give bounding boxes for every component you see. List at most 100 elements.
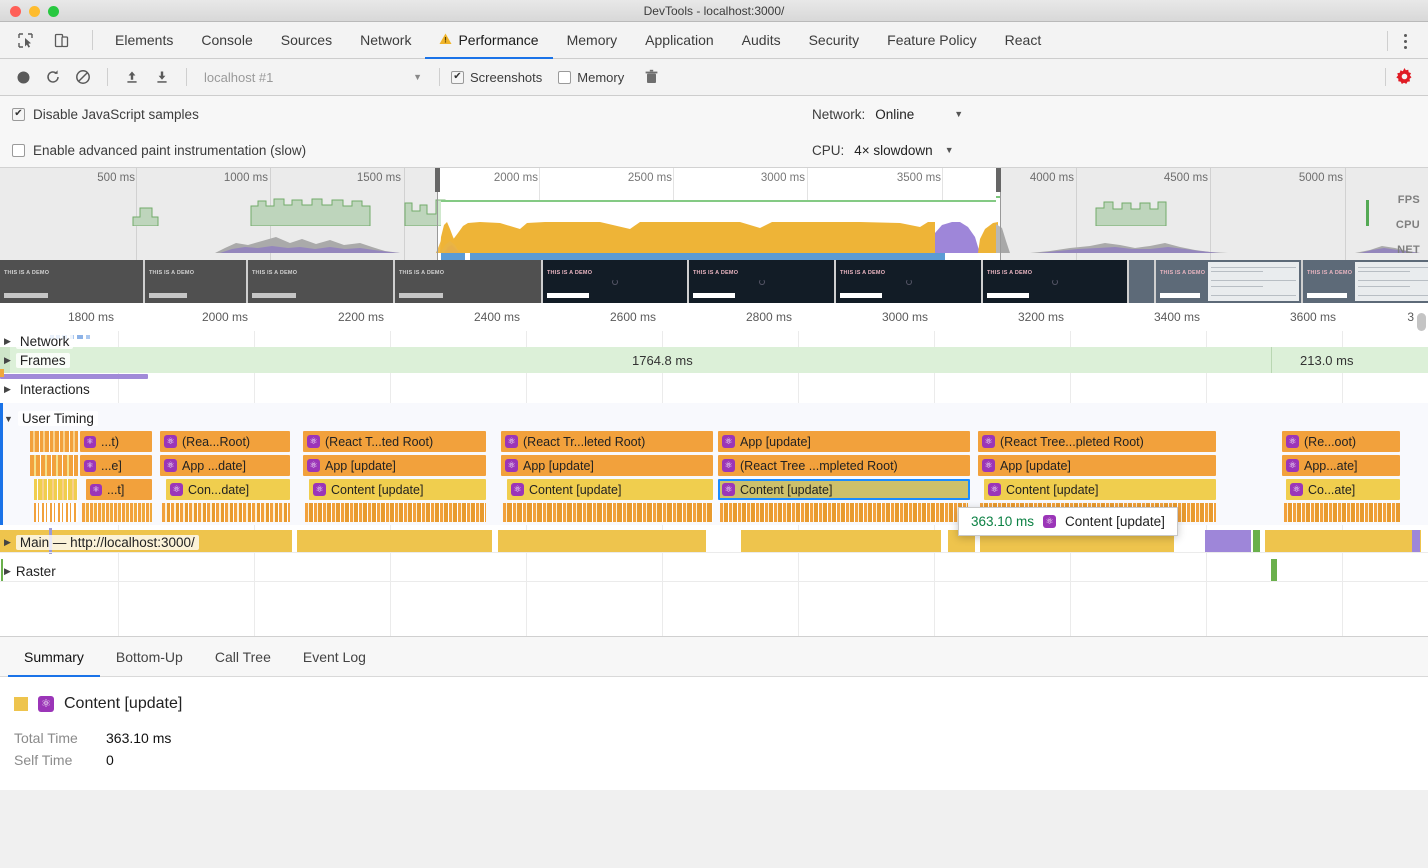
filmstrip-thumbnail[interactable]: THIS IS A DEMO <box>145 260 246 303</box>
save-profile-icon[interactable] <box>149 64 175 90</box>
minimize-window-button[interactable] <box>29 6 40 17</box>
inspect-element-icon[interactable] <box>12 27 38 53</box>
tab-bottom-up[interactable]: Bottom-Up <box>100 637 199 677</box>
tab-react[interactable]: React <box>991 22 1056 59</box>
user-timing-bar[interactable]: ⚛App [update] <box>718 431 970 452</box>
user-timing-micro-bars[interactable] <box>162 503 290 522</box>
track-header-frames[interactable]: ▶ Frames <box>4 353 70 368</box>
disable-js-samples-checkbox[interactable]: ✔ Disable JavaScript samples <box>12 96 306 132</box>
main-track-bar[interactable] <box>297 530 492 552</box>
user-timing-micro-bars[interactable] <box>305 503 486 522</box>
user-timing-bar[interactable]: ⚛App...ate] <box>1282 455 1400 476</box>
user-timing-micro-bars[interactable] <box>720 503 968 522</box>
tab-application[interactable]: Application <box>631 22 728 59</box>
filmstrip-thumbnail[interactable] <box>1129 260 1154 303</box>
main-track-bar[interactable] <box>741 530 941 552</box>
profile-selector[interactable]: localhost #1 ▼ <box>198 66 428 88</box>
tab-security[interactable]: Security <box>795 22 874 59</box>
tab-audits[interactable]: Audits <box>728 22 795 59</box>
main-track-bar-purple[interactable] <box>1412 530 1420 552</box>
main-track-bar[interactable] <box>1265 530 1421 552</box>
collect-garbage-icon[interactable] <box>638 64 664 90</box>
tab-feature-policy[interactable]: Feature Policy <box>873 22 990 59</box>
user-timing-micro-bars[interactable] <box>30 455 78 476</box>
filmstrip-thumbnail[interactable]: THIS IS A DEMO <box>1303 260 1428 303</box>
user-timing-bar[interactable]: ⚛...t) <box>80 431 152 452</box>
user-timing-bar[interactable]: ⚛(React Tree ...mpleted Root) <box>718 455 970 476</box>
filmstrip-thumbnail[interactable]: THIS IS A DEMO <box>248 260 393 303</box>
user-timing-bar[interactable]: ⚛(Rea...Root) <box>160 431 290 452</box>
tab-console[interactable]: Console <box>187 22 266 59</box>
memory-checkbox[interactable]: Memory <box>558 70 624 85</box>
user-timing-bar[interactable]: ⚛(React Tr...leted Root) <box>501 431 713 452</box>
tab-network[interactable]: Network <box>346 22 425 59</box>
track-header-user-timing[interactable]: ▼ User Timing <box>4 411 98 426</box>
user-timing-bar[interactable]: ⚛App [update] <box>978 455 1216 476</box>
user-timing-bar[interactable]: ⚛(React T...ted Root) <box>303 431 486 452</box>
user-timing-micro-bars[interactable] <box>34 503 78 522</box>
track-header-main[interactable]: ▶ Main — http://localhost:3000/ <box>4 535 199 550</box>
overview-selection-handle-left[interactable] <box>435 168 440 192</box>
user-timing-micro-bars[interactable] <box>82 503 152 522</box>
track-header-interactions[interactable]: ▶ Interactions <box>4 382 94 397</box>
record-button[interactable] <box>10 64 36 90</box>
timeline-flamechart[interactable]: 1800 ms 2000 ms 2200 ms 2400 ms 2600 ms … <box>0 303 1428 636</box>
filmstrip[interactable]: THIS IS A DEMO THIS IS A DEMO THIS IS A … <box>0 260 1428 303</box>
clear-button[interactable] <box>70 64 96 90</box>
user-timing-bar[interactable]: ⚛...t] <box>86 479 152 500</box>
tab-event-log[interactable]: Event Log <box>287 637 382 677</box>
tab-elements[interactable]: Elements <box>101 22 187 59</box>
user-timing-bar[interactable]: ⚛Content [update] <box>309 479 486 500</box>
track-header-network[interactable]: ▶ Network <box>4 334 73 349</box>
close-window-button[interactable] <box>10 6 21 17</box>
user-timing-bar[interactable]: ⚛App ...date] <box>160 455 290 476</box>
filmstrip-thumbnail[interactable]: THIS IS A DEMO <box>689 260 834 303</box>
user-timing-micro-bars[interactable] <box>34 479 78 500</box>
user-timing-bar[interactable]: ⚛(React Tree...pleted Root) <box>978 431 1216 452</box>
main-track-bar-purple[interactable] <box>1205 530 1251 552</box>
filmstrip-thumbnail[interactable]: THIS IS A DEMO <box>836 260 981 303</box>
timeline-scrollbar-thumb[interactable] <box>1417 313 1426 331</box>
cpu-chevron-down-icon[interactable]: ▼ <box>945 145 954 155</box>
filmstrip-thumbnail[interactable]: THIS IS A DEMO <box>983 260 1127 303</box>
user-timing-bar[interactable]: ⚛...e] <box>80 455 152 476</box>
main-track-bar-green[interactable] <box>1253 530 1260 552</box>
advanced-paint-checkbox[interactable]: Enable advanced paint instrumentation (s… <box>12 132 306 168</box>
device-toolbar-icon[interactable] <box>48 27 74 53</box>
overview-selection-handle-right[interactable] <box>996 168 1001 192</box>
user-timing-micro-bars[interactable] <box>1284 503 1400 522</box>
tab-memory[interactable]: Memory <box>553 22 632 59</box>
user-timing-micro-bars[interactable] <box>30 431 78 452</box>
filmstrip-thumbnail[interactable]: THIS IS A DEMO <box>1156 260 1301 303</box>
maximize-window-button[interactable] <box>48 6 59 17</box>
raster-task-bar[interactable] <box>1271 559 1277 581</box>
track-header-raster[interactable]: ▶ Raster <box>4 564 56 579</box>
gear-icon[interactable] <box>1395 68 1414 92</box>
reload-and-record-button[interactable] <box>40 64 66 90</box>
user-timing-bar[interactable]: ⚛(Re...oot) <box>1282 431 1400 452</box>
cpu-value[interactable]: 4× slowdown <box>854 143 932 158</box>
main-track-bar[interactable] <box>498 530 706 552</box>
load-profile-icon[interactable] <box>119 64 145 90</box>
user-timing-bar[interactable]: ⚛Con...date] <box>166 479 290 500</box>
tab-summary[interactable]: Summary <box>8 637 100 677</box>
user-timing-bar[interactable]: ⚛Co...ate] <box>1286 479 1400 500</box>
filmstrip-thumbnail[interactable]: THIS IS A DEMO <box>543 260 687 303</box>
user-timing-bar-selected[interactable]: ⚛Content [update] <box>718 479 970 500</box>
screenshots-checkbox[interactable]: ✔ Screenshots <box>451 70 542 85</box>
tab-sources[interactable]: Sources <box>267 22 346 59</box>
window-controls[interactable] <box>10 6 59 17</box>
user-timing-bar[interactable]: ⚛App [update] <box>303 455 486 476</box>
frames-track[interactable] <box>0 347 1428 373</box>
filmstrip-thumbnail[interactable]: THIS IS A DEMO <box>395 260 541 303</box>
user-timing-bar[interactable]: ⚛Content [update] <box>507 479 713 500</box>
filmstrip-thumbnail[interactable]: THIS IS A DEMO <box>0 260 143 303</box>
network-chevron-down-icon[interactable]: ▼ <box>954 109 963 119</box>
tab-call-tree[interactable]: Call Tree <box>199 637 287 677</box>
user-timing-bar[interactable]: ⚛App [update] <box>501 455 713 476</box>
user-timing-bar[interactable]: ⚛Content [update] <box>984 479 1216 500</box>
tab-performance[interactable]: Performance <box>425 22 552 59</box>
more-options-icon[interactable] <box>1396 31 1414 51</box>
user-timing-micro-bars[interactable] <box>503 503 713 522</box>
network-value[interactable]: Online <box>875 107 914 122</box>
